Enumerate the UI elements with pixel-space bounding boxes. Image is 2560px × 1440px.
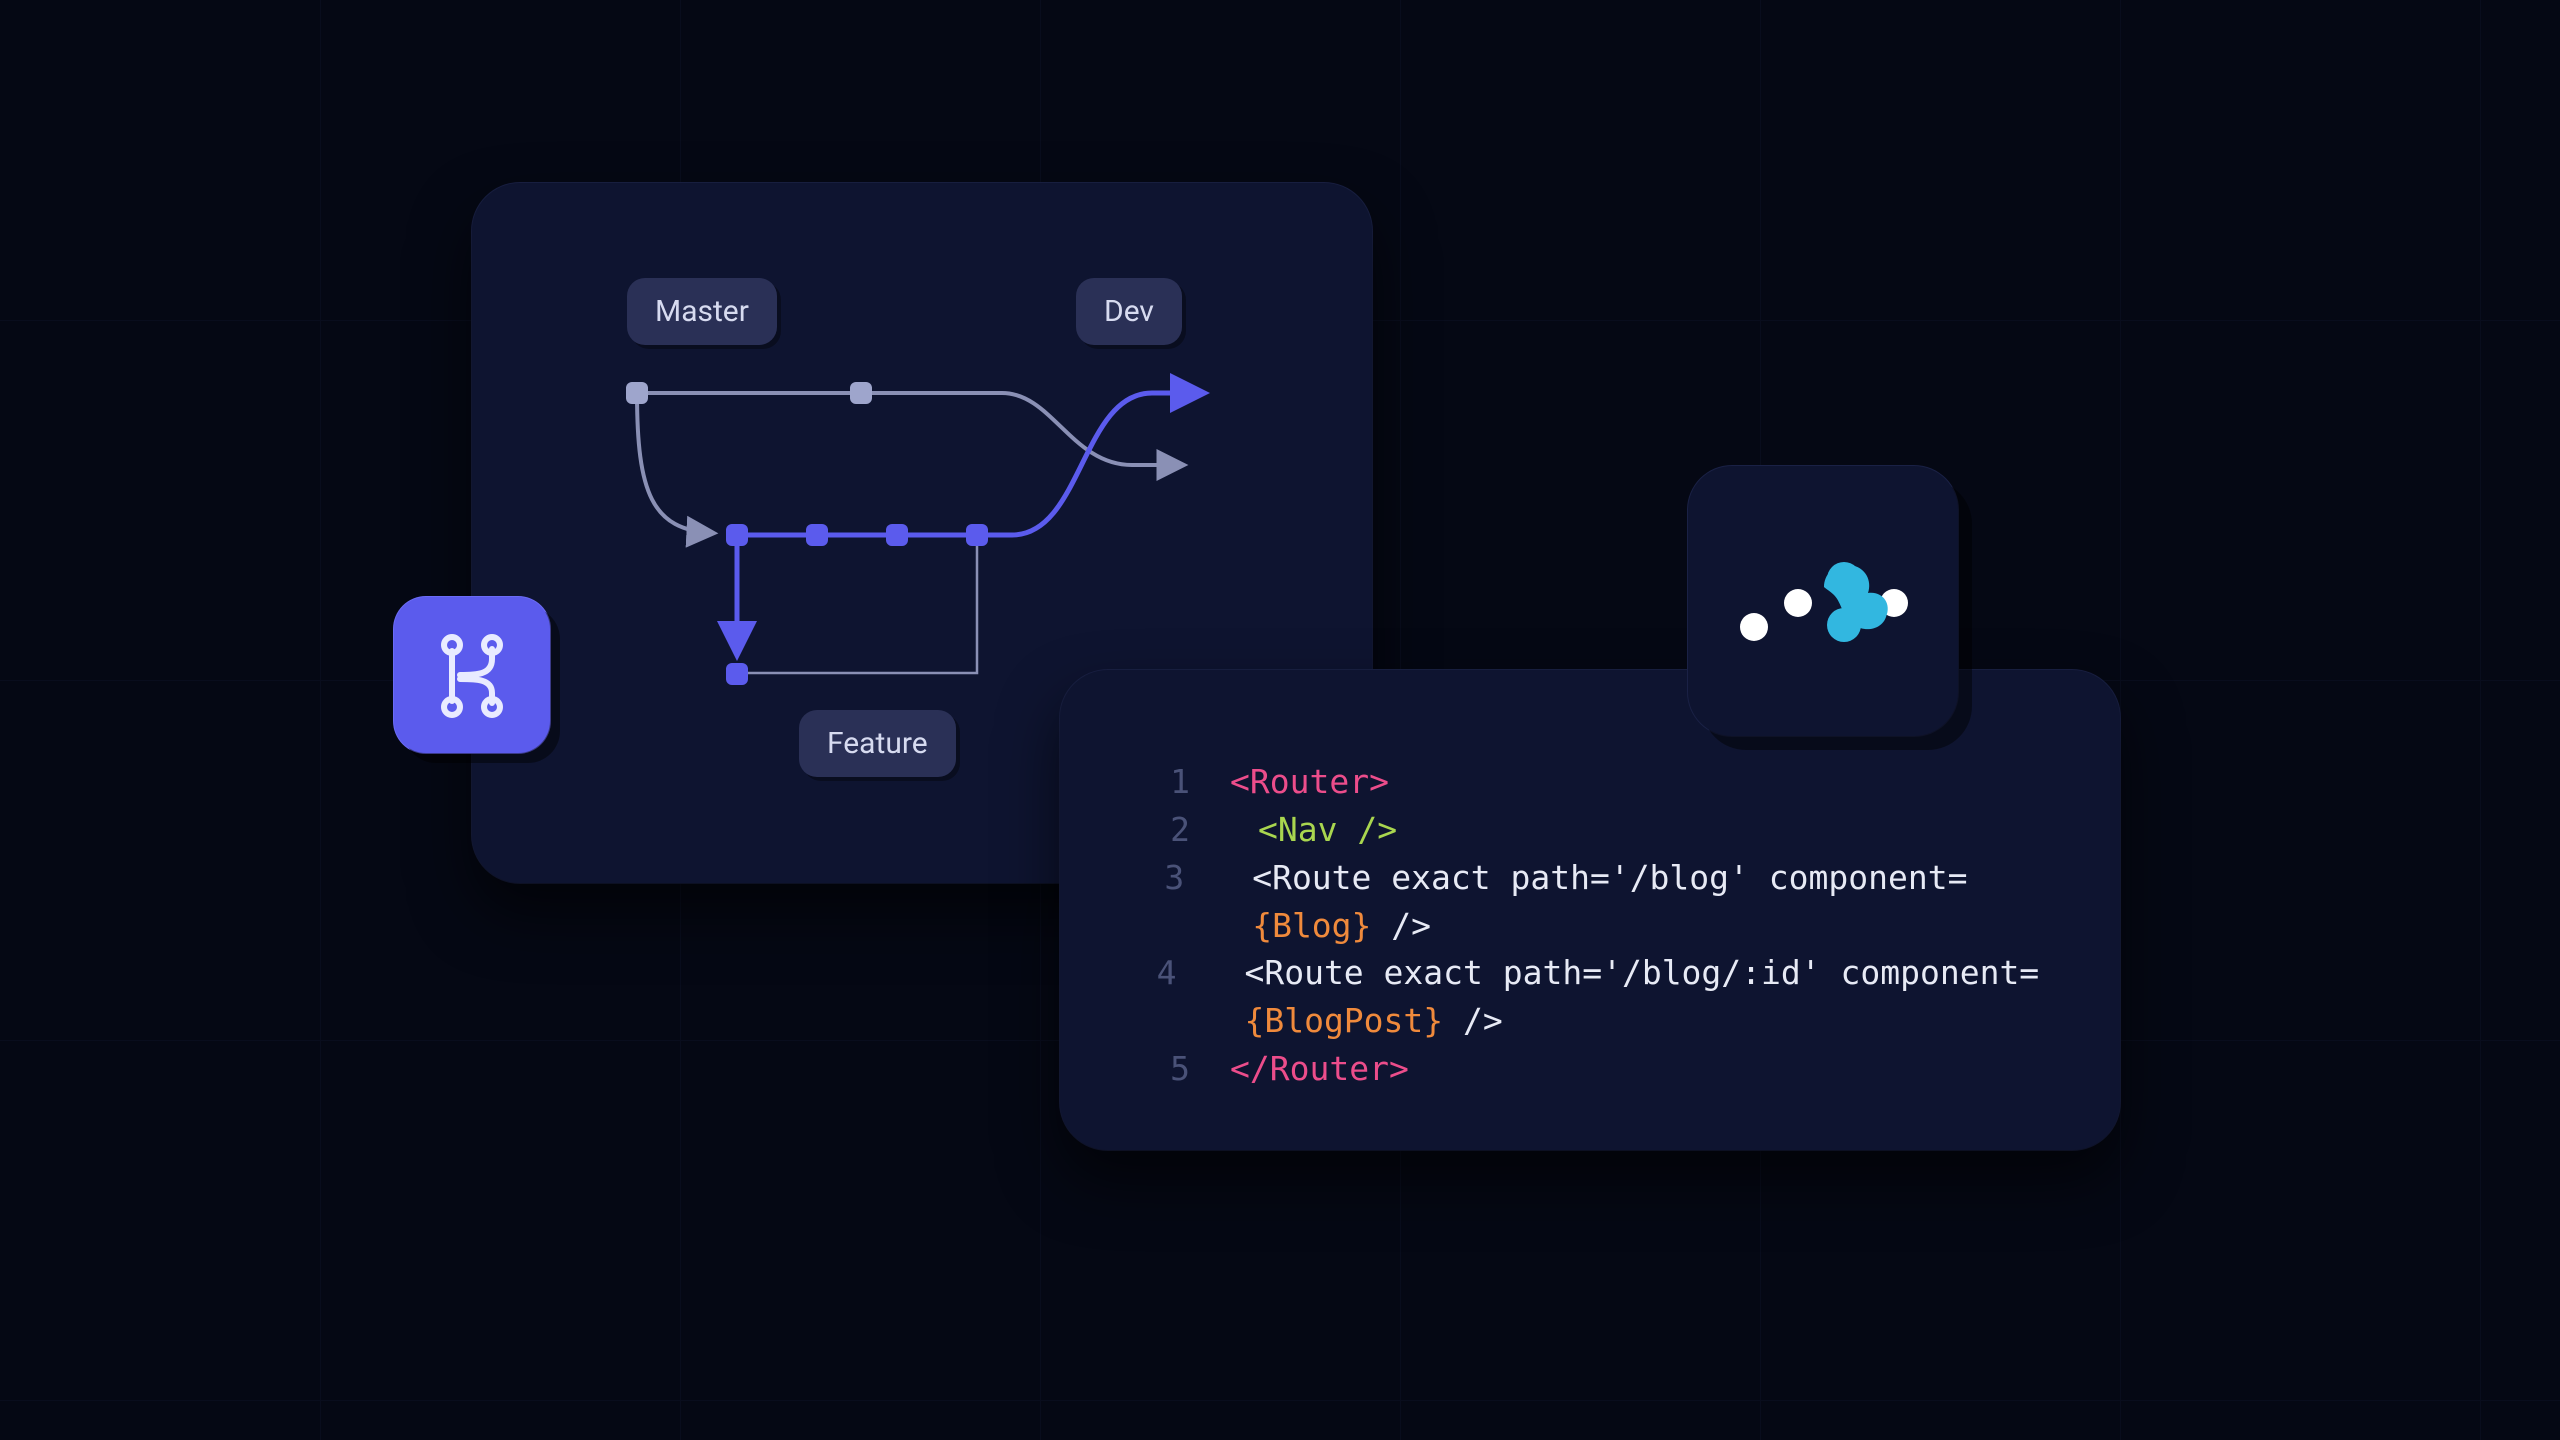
code-lines: 1 <Router> 2 <Nav /> 3 <Route exact path='/bl… [1130,758,2060,1093]
code-token: /> [1443,1001,1503,1040]
react-router-logo-icon [1736,551,1911,651]
line-number: 1 [1130,758,1190,806]
code-token: <Router> [1230,762,1389,801]
code-token: </Router> [1230,1049,1409,1088]
branch-label-dev: Dev [1076,278,1182,345]
line-number: 2 [1130,806,1190,854]
code-line: 5 </Router> [1130,1045,2060,1093]
code-token: {BlogPost} [1244,1001,1443,1040]
stage: Master Dev Feature [0,0,2560,1440]
code-content: <Nav /> [1230,806,1397,854]
code-content: </Router> [1230,1045,1409,1093]
code-token: <Route exact path='/blog/:id' component= [1244,953,2039,992]
code-token: <Nav /> [1258,810,1397,849]
code-content: <Route exact path='/blog' component= {Blo… [1224,854,2060,950]
git-branch-icon [432,631,512,719]
code-line: 2 <Nav /> [1130,806,2060,854]
line-number: 4 [1130,949,1176,997]
code-snippet-card: 1 <Router> 2 <Nav /> 3 <Route exact path='/bl… [1060,670,2120,1150]
branch-label-master: Master [627,278,777,345]
code-token: <Route exact path='/blog' component= [1252,858,1967,897]
code-line: 1 <Router> [1130,758,2060,806]
code-content: <Route exact path='/blog/:id' component=… [1216,949,2060,1045]
code-line: 4 <Route exact path='/blog/:id' component… [1130,949,2060,1045]
branch-label-feature: Feature [799,710,956,777]
git-icon-tile [394,597,550,753]
logo-tile [1688,466,1958,736]
git-graph [612,373,1242,693]
code-token: {Blog} [1252,906,1371,945]
line-number: 3 [1130,854,1184,902]
code-line: 3 <Route exact path='/blog' component= {Bl… [1130,854,2060,950]
code-content: <Router> [1230,758,1389,806]
code-token: /> [1371,906,1431,945]
line-number: 5 [1130,1045,1190,1093]
